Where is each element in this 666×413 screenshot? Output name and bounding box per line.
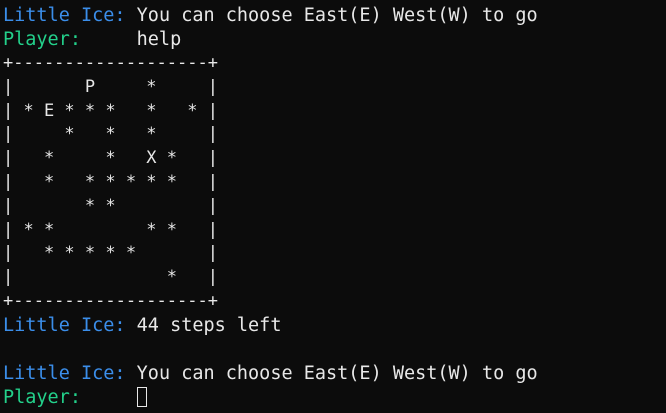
text-cursor[interactable] [136, 386, 147, 407]
player-line: Player: help [3, 28, 538, 52]
terminal-output: Little Ice: You can choose East(E) West(… [3, 4, 538, 410]
speaker-player: Player: [3, 386, 81, 408]
speaker-player: Player: [3, 29, 81, 50]
board-border-top: +-------------------+ [3, 53, 218, 73]
speaker-little-ice: Little Ice: [3, 5, 126, 26]
message-line: Little Ice: You can choose East(E) West(… [3, 362, 538, 386]
player-prompt-line[interactable]: Player: [3, 386, 538, 410]
speaker-little-ice: Little Ice: [3, 362, 126, 384]
steps-left-text: 44 steps left [125, 314, 282, 336]
status-line: Little Ice: 44 steps left [3, 314, 538, 338]
board-row: | * * * * * | [3, 243, 218, 264]
board-row: | * * * | [3, 124, 218, 145]
board-row: | * E * * * * * | [3, 100, 218, 121]
board-row: | * * * * * * | [3, 171, 218, 192]
board-row: | * | [3, 267, 218, 288]
message-text: You can choose East(E) West(W) to go [125, 5, 538, 26]
board-row: | * * * * | [3, 219, 218, 240]
speaker-little-ice: Little Ice: [3, 314, 126, 336]
prompt-padding [81, 387, 137, 408]
board-border-bottom: +-------------------+ [3, 290, 218, 311]
message-line: Little Ice: You can choose East(E) West(… [3, 4, 538, 28]
player-input-text: help [80, 29, 182, 50]
message-text: You can choose East(E) West(W) to go [125, 362, 538, 384]
game-board: +-------------------+ | P * | | * E * * … [3, 52, 538, 314]
board-row: | * * | [3, 195, 218, 216]
board-row: | * * X * | [3, 148, 218, 169]
board-row: | P * | [3, 76, 218, 97]
